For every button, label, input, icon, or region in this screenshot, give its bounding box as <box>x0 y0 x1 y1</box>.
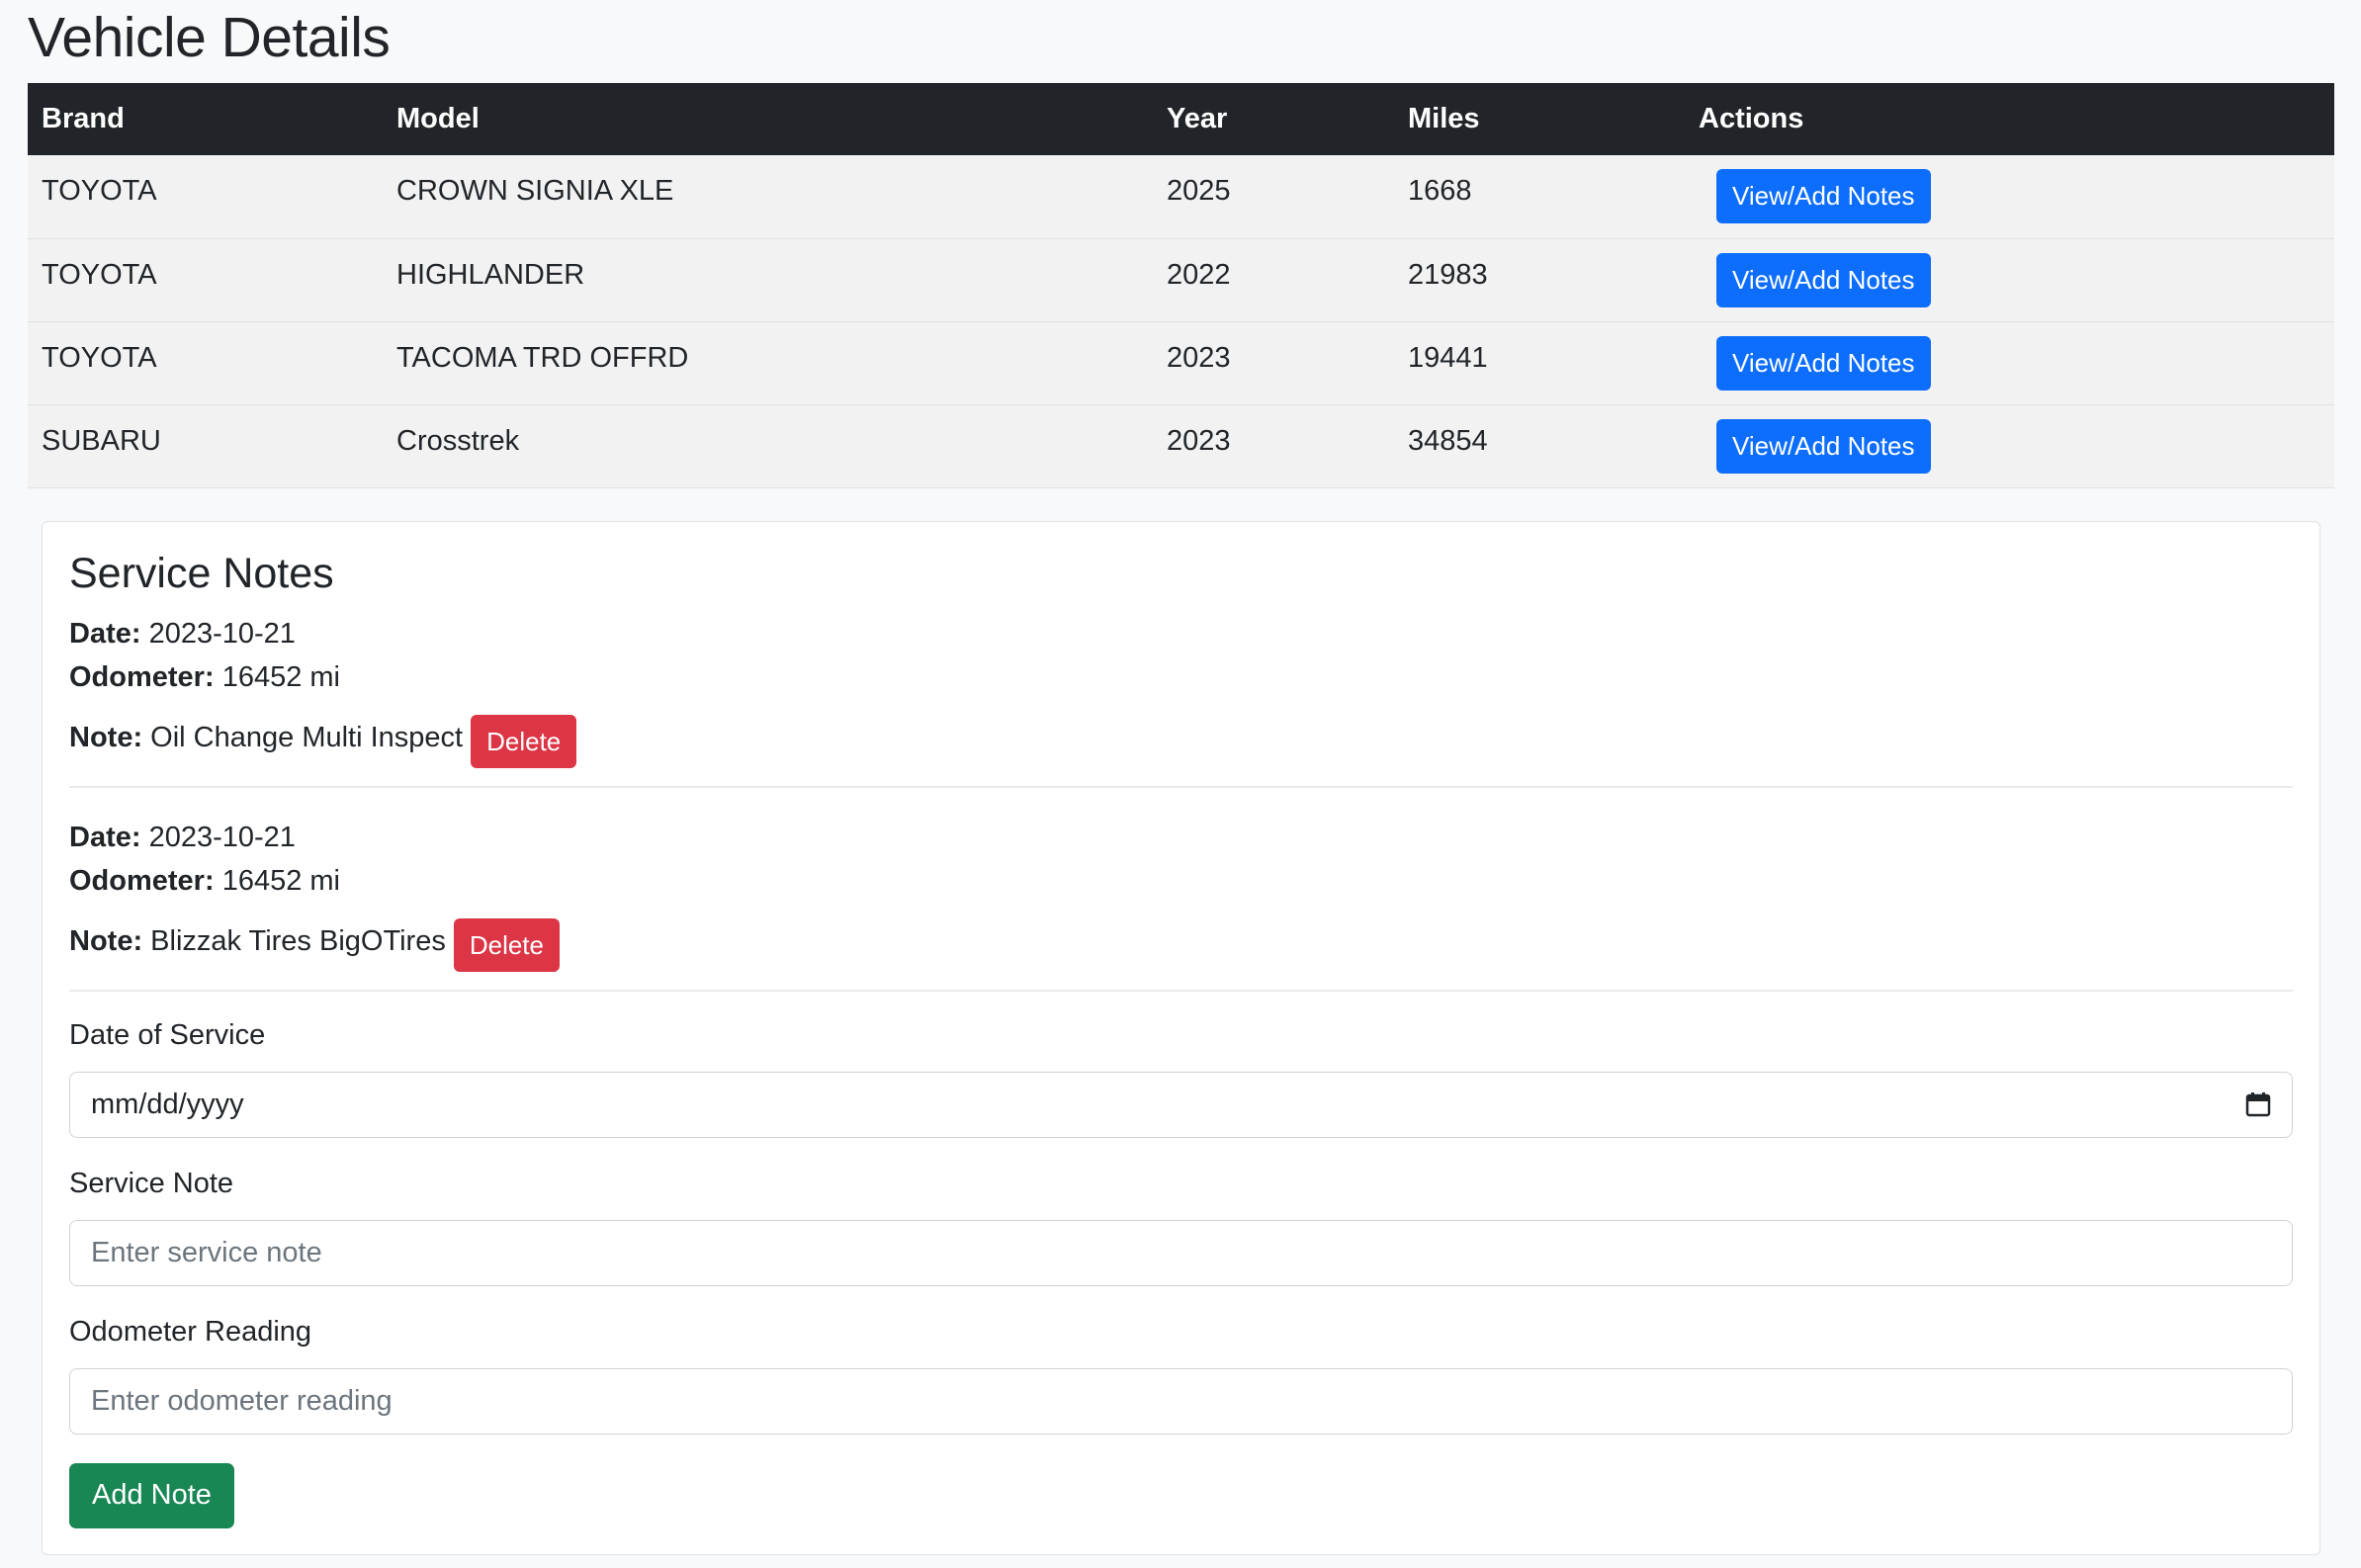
odometer-reading-label: Odometer Reading <box>69 1315 312 1348</box>
note-date: Date: 2023-10-21 <box>69 612 2293 655</box>
column-header-actions: Actions <box>1685 83 2334 155</box>
cell-miles: 1668 <box>1394 155 1685 239</box>
view-add-notes-button[interactable]: View/Add Notes <box>1716 252 1931 307</box>
note-odometer-label: Odometer: <box>69 864 215 897</box>
odometer-reading-input[interactable]: Enter odometer reading <box>69 1367 2293 1435</box>
cell-model: Crosstrek <box>383 404 1153 488</box>
date-of-service-label: Date of Service <box>69 1018 266 1051</box>
date-of-service-input[interactable]: mm/dd/yyyy <box>69 1071 2293 1138</box>
page-container: Vehicle Details Brand Model Year Miles A… <box>0 0 2361 1555</box>
note-odometer-label: Odometer: <box>69 660 215 693</box>
service-notes-title: Service Notes <box>69 549 334 597</box>
page-title: Vehicle Details <box>28 6 391 69</box>
note-date-label: Date: <box>69 617 141 650</box>
cell-year: 2023 <box>1153 404 1394 488</box>
service-note-placeholder: Enter service note <box>91 1236 322 1268</box>
vehicle-table: Brand Model Year Miles Actions TOYOTA CR… <box>28 83 2334 488</box>
note-text: Note: Blizzak Tires BigOTires Delete <box>69 911 2293 972</box>
note-odometer: Odometer: 16452 mi <box>69 859 2293 903</box>
note-odometer-value: 16452 mi <box>221 864 341 897</box>
cell-miles: 21983 <box>1394 238 1685 322</box>
service-note-item: Date: 2023-10-21 Odometer: 16452 mi Note… <box>69 816 2293 992</box>
cell-model: CROWN SIGNIA XLE <box>383 155 1153 239</box>
cell-brand: TOYOTA <box>28 321 383 405</box>
view-add-notes-button[interactable]: View/Add Notes <box>1716 169 1931 224</box>
cell-year: 2023 <box>1153 321 1394 405</box>
cell-year: 2025 <box>1153 155 1394 239</box>
table-row: TOYOTA TACOMA TRD OFFRD 2023 19441 View/… <box>28 321 2334 405</box>
note-date: Date: 2023-10-21 <box>69 816 2293 859</box>
note-date-value: 2023-10-21 <box>148 821 296 853</box>
cell-actions: View/Add Notes <box>1685 404 2334 488</box>
note-text-label: Note: <box>69 721 143 753</box>
note-text-value: Blizzak Tires BigOTires <box>150 924 446 957</box>
cell-actions: View/Add Notes <box>1685 238 2334 322</box>
note-date-label: Date: <box>69 821 141 853</box>
table-row: TOYOTA HIGHLANDER 2022 21983 View/Add No… <box>28 238 2334 322</box>
note-odometer: Odometer: 16452 mi <box>69 655 2293 699</box>
service-note-input[interactable]: Enter service note <box>69 1219 2293 1286</box>
cell-miles: 19441 <box>1394 321 1685 405</box>
cell-model: TACOMA TRD OFFRD <box>383 321 1153 405</box>
calendar-icon[interactable] <box>2245 1091 2271 1117</box>
note-text: Note: Oil Change Multi Inspect Delete <box>69 707 2293 768</box>
add-note-button[interactable]: Add Note <box>69 1462 234 1528</box>
cell-actions: View/Add Notes <box>1685 155 2334 239</box>
table-row: TOYOTA CROWN SIGNIA XLE 2025 1668 View/A… <box>28 155 2334 239</box>
note-date-value: 2023-10-21 <box>148 617 296 650</box>
service-notes-card: Service Notes Date: 2023-10-21 Odometer:… <box>42 520 2320 1555</box>
view-add-notes-button[interactable]: View/Add Notes <box>1716 418 1931 474</box>
cell-brand: SUBARU <box>28 404 383 488</box>
column-header-model: Model <box>383 83 1153 155</box>
delete-note-button[interactable]: Delete <box>471 714 577 768</box>
cell-year: 2022 <box>1153 238 1394 322</box>
note-odometer-value: 16452 mi <box>221 660 341 693</box>
cell-miles: 34854 <box>1394 404 1685 488</box>
delete-note-button[interactable]: Delete <box>453 917 560 972</box>
note-text-value: Oil Change Multi Inspect <box>150 721 464 753</box>
cell-brand: TOYOTA <box>28 238 383 322</box>
service-note-label: Service Note <box>69 1167 234 1199</box>
cell-brand: TOYOTA <box>28 155 383 239</box>
table-header-row: Brand Model Year Miles Actions <box>28 83 2334 155</box>
note-text-label: Note: <box>69 924 143 957</box>
column-header-miles: Miles <box>1394 83 1685 155</box>
cell-model: HIGHLANDER <box>383 238 1153 322</box>
column-header-year: Year <box>1153 83 1394 155</box>
service-note-item: Date: 2023-10-21 Odometer: 16452 mi Note… <box>69 612 2293 788</box>
view-add-notes-button[interactable]: View/Add Notes <box>1716 335 1931 391</box>
column-header-brand: Brand <box>28 83 383 155</box>
odometer-reading-placeholder: Enter odometer reading <box>91 1384 393 1417</box>
date-of-service-value: mm/dd/yyyy <box>91 1088 244 1120</box>
cell-actions: View/Add Notes <box>1685 321 2334 405</box>
table-row: SUBARU Crosstrek 2023 34854 View/Add Not… <box>28 404 2334 488</box>
